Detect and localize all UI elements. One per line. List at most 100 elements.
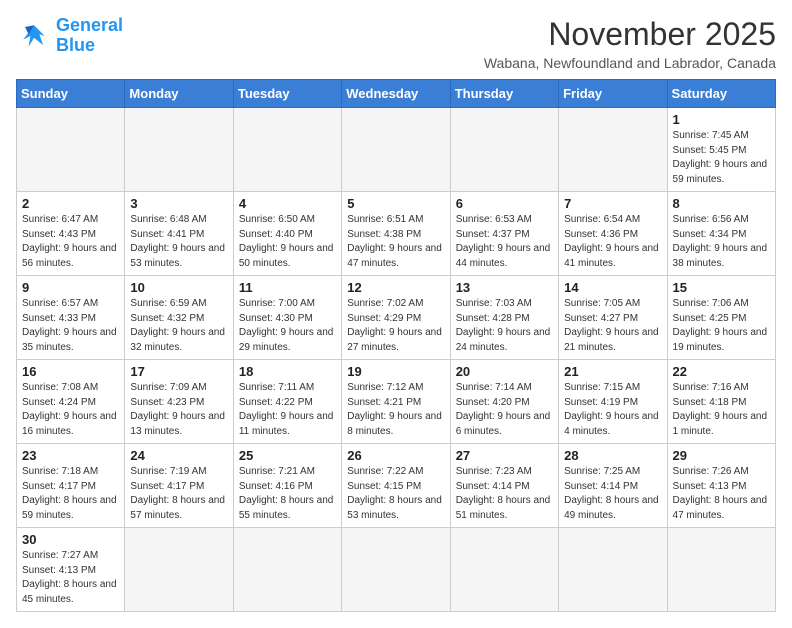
day-number: 20	[456, 364, 553, 379]
subtitle: Wabana, Newfoundland and Labrador, Canad…	[484, 55, 776, 71]
calendar-cell: 25 Sunrise: 7:21 AM Sunset: 4:16 PM Dayli…	[233, 444, 341, 528]
day-number: 16	[22, 364, 119, 379]
day-number: 23	[22, 448, 119, 463]
day-number: 30	[22, 532, 119, 547]
day-number: 18	[239, 364, 336, 379]
calendar-week-row: 9Sunrise: 6:57 AM Sunset: 4:33 PM Daylig…	[17, 276, 776, 360]
calendar-cell: 13 Sunrise: 7:03 AM Sunset: 4:28 PM Dayli…	[450, 276, 558, 360]
weekday-header: Wednesday	[342, 80, 450, 108]
day-info: Sunrise: 7:21 AM Sunset: 4:16 PM Dayligh…	[239, 465, 336, 523]
day-info: Sunrise: 6:47 AM Sunset: 4:43 PM Dayligh…	[22, 213, 119, 271]
day-info: Sunrise: 7:00 AM Sunset: 4:30 PM Dayligh…	[239, 297, 336, 355]
calendar-cell	[559, 528, 667, 612]
calendar-week-row: 2 Sunrise: 6:47 AM Sunset: 4:43 PM Daylig…	[17, 192, 776, 276]
weekday-header: Friday	[559, 80, 667, 108]
weekday-header-row: SundayMondayTuesdayWednesdayThursdayFrid…	[17, 80, 776, 108]
calendar-week-row: 1Sunrise: 7:45 AM Sunset: 5:45 PM Daylig…	[17, 108, 776, 192]
day-info: Sunrise: 7:03 AM Sunset: 4:28 PM Dayligh…	[456, 297, 553, 355]
day-number: 6	[456, 196, 553, 211]
day-number: 25	[239, 448, 336, 463]
day-info: Sunrise: 7:08 AM Sunset: 4:24 PM Dayligh…	[22, 381, 119, 439]
day-info: Sunrise: 6:51 AM Sunset: 4:38 PM Dayligh…	[347, 213, 444, 271]
day-number: 11	[239, 280, 336, 295]
day-info: Sunrise: 7:18 AM Sunset: 4:17 PM Dayligh…	[22, 465, 119, 523]
day-info: Sunrise: 6:59 AM Sunset: 4:32 PM Dayligh…	[130, 297, 227, 355]
day-number: 2	[22, 196, 119, 211]
weekday-header: Saturday	[667, 80, 775, 108]
month-title: November 2025	[484, 16, 776, 53]
calendar-week-row: 23 Sunrise: 7:18 AM Sunset: 4:17 PM Dayli…	[17, 444, 776, 528]
calendar-cell: 15Sunrise: 7:06 AM Sunset: 4:25 PM Dayli…	[667, 276, 775, 360]
calendar-cell: 30 Sunrise: 7:27 AM Sunset: 4:13 PM Dayli…	[17, 528, 125, 612]
calendar-week-row: 16 Sunrise: 7:08 AM Sunset: 4:24 PM Dayli…	[17, 360, 776, 444]
day-info: Sunrise: 6:50 AM Sunset: 4:40 PM Dayligh…	[239, 213, 336, 271]
calendar-cell	[342, 528, 450, 612]
calendar-cell	[559, 108, 667, 192]
calendar-cell: 17Sunrise: 7:09 AM Sunset: 4:23 PM Dayli…	[125, 360, 233, 444]
day-number: 10	[130, 280, 227, 295]
calendar-cell	[17, 108, 125, 192]
day-info: Sunrise: 7:26 AM Sunset: 4:13 PM Dayligh…	[673, 465, 770, 523]
calendar-cell: 18Sunrise: 7:11 AM Sunset: 4:22 PM Dayli…	[233, 360, 341, 444]
day-info: Sunrise: 6:56 AM Sunset: 4:34 PM Dayligh…	[673, 213, 770, 271]
day-number: 19	[347, 364, 444, 379]
calendar-cell: 8Sunrise: 6:56 AM Sunset: 4:34 PM Daylig…	[667, 192, 775, 276]
calendar-cell: 2 Sunrise: 6:47 AM Sunset: 4:43 PM Daylig…	[17, 192, 125, 276]
calendar-cell: 10 Sunrise: 6:59 AM Sunset: 4:32 PM Dayli…	[125, 276, 233, 360]
day-number: 3	[130, 196, 227, 211]
day-info: Sunrise: 6:48 AM Sunset: 4:41 PM Dayligh…	[130, 213, 227, 271]
day-number: 9	[22, 280, 119, 295]
header: General Blue November 2025 Wabana, Newfo…	[16, 16, 776, 71]
calendar-cell: 9Sunrise: 6:57 AM Sunset: 4:33 PM Daylig…	[17, 276, 125, 360]
calendar-cell: 12Sunrise: 7:02 AM Sunset: 4:29 PM Dayli…	[342, 276, 450, 360]
calendar-cell: 11 Sunrise: 7:00 AM Sunset: 4:30 PM Dayli…	[233, 276, 341, 360]
day-number: 26	[347, 448, 444, 463]
day-number: 15	[673, 280, 770, 295]
weekday-header: Thursday	[450, 80, 558, 108]
day-number: 12	[347, 280, 444, 295]
day-info: Sunrise: 7:22 AM Sunset: 4:15 PM Dayligh…	[347, 465, 444, 523]
calendar-cell: 7Sunrise: 6:54 AM Sunset: 4:36 PM Daylig…	[559, 192, 667, 276]
day-number: 5	[347, 196, 444, 211]
day-info: Sunrise: 7:15 AM Sunset: 4:19 PM Dayligh…	[564, 381, 661, 439]
day-info: Sunrise: 7:09 AM Sunset: 4:23 PM Dayligh…	[130, 381, 227, 439]
calendar-cell: 28Sunrise: 7:25 AM Sunset: 4:14 PM Dayli…	[559, 444, 667, 528]
day-number: 4	[239, 196, 336, 211]
calendar-cell: 21 Sunrise: 7:15 AM Sunset: 4:19 PM Dayli…	[559, 360, 667, 444]
calendar-cell: 5 Sunrise: 6:51 AM Sunset: 4:38 PM Daylig…	[342, 192, 450, 276]
calendar-cell: 22Sunrise: 7:16 AM Sunset: 4:18 PM Dayli…	[667, 360, 775, 444]
calendar-cell: 3 Sunrise: 6:48 AM Sunset: 4:41 PM Daylig…	[125, 192, 233, 276]
calendar-cell	[233, 108, 341, 192]
calendar-cell	[125, 108, 233, 192]
day-number: 24	[130, 448, 227, 463]
day-number: 29	[673, 448, 770, 463]
day-info: Sunrise: 7:12 AM Sunset: 4:21 PM Dayligh…	[347, 381, 444, 439]
day-info: Sunrise: 7:25 AM Sunset: 4:14 PM Dayligh…	[564, 465, 661, 523]
day-info: Sunrise: 7:19 AM Sunset: 4:17 PM Dayligh…	[130, 465, 227, 523]
day-number: 7	[564, 196, 661, 211]
calendar-cell: 19 Sunrise: 7:12 AM Sunset: 4:21 PM Dayli…	[342, 360, 450, 444]
day-info: Sunrise: 7:23 AM Sunset: 4:14 PM Dayligh…	[456, 465, 553, 523]
day-info: Sunrise: 7:27 AM Sunset: 4:13 PM Dayligh…	[22, 549, 119, 607]
calendar-cell: 16 Sunrise: 7:08 AM Sunset: 4:24 PM Dayli…	[17, 360, 125, 444]
day-number: 14	[564, 280, 661, 295]
calendar: SundayMondayTuesdayWednesdayThursdayFrid…	[16, 79, 776, 612]
weekday-header: Monday	[125, 80, 233, 108]
calendar-cell	[450, 108, 558, 192]
calendar-cell	[233, 528, 341, 612]
calendar-cell: 24 Sunrise: 7:19 AM Sunset: 4:17 PM Dayli…	[125, 444, 233, 528]
day-number: 22	[673, 364, 770, 379]
weekday-header: Tuesday	[233, 80, 341, 108]
weekday-header: Sunday	[17, 80, 125, 108]
day-info: Sunrise: 7:45 AM Sunset: 5:45 PM Dayligh…	[673, 129, 770, 187]
day-number: 21	[564, 364, 661, 379]
day-number: 13	[456, 280, 553, 295]
calendar-cell	[667, 528, 775, 612]
day-info: Sunrise: 7:05 AM Sunset: 4:27 PM Dayligh…	[564, 297, 661, 355]
calendar-cell: 27Sunrise: 7:23 AM Sunset: 4:14 PM Dayli…	[450, 444, 558, 528]
calendar-week-row: 30 Sunrise: 7:27 AM Sunset: 4:13 PM Dayli…	[17, 528, 776, 612]
calendar-cell: 29 Sunrise: 7:26 AM Sunset: 4:13 PM Dayli…	[667, 444, 775, 528]
calendar-cell: 1Sunrise: 7:45 AM Sunset: 5:45 PM Daylig…	[667, 108, 775, 192]
calendar-cell: 6Sunrise: 6:53 AM Sunset: 4:37 PM Daylig…	[450, 192, 558, 276]
title-area: November 2025 Wabana, Newfoundland and L…	[484, 16, 776, 71]
